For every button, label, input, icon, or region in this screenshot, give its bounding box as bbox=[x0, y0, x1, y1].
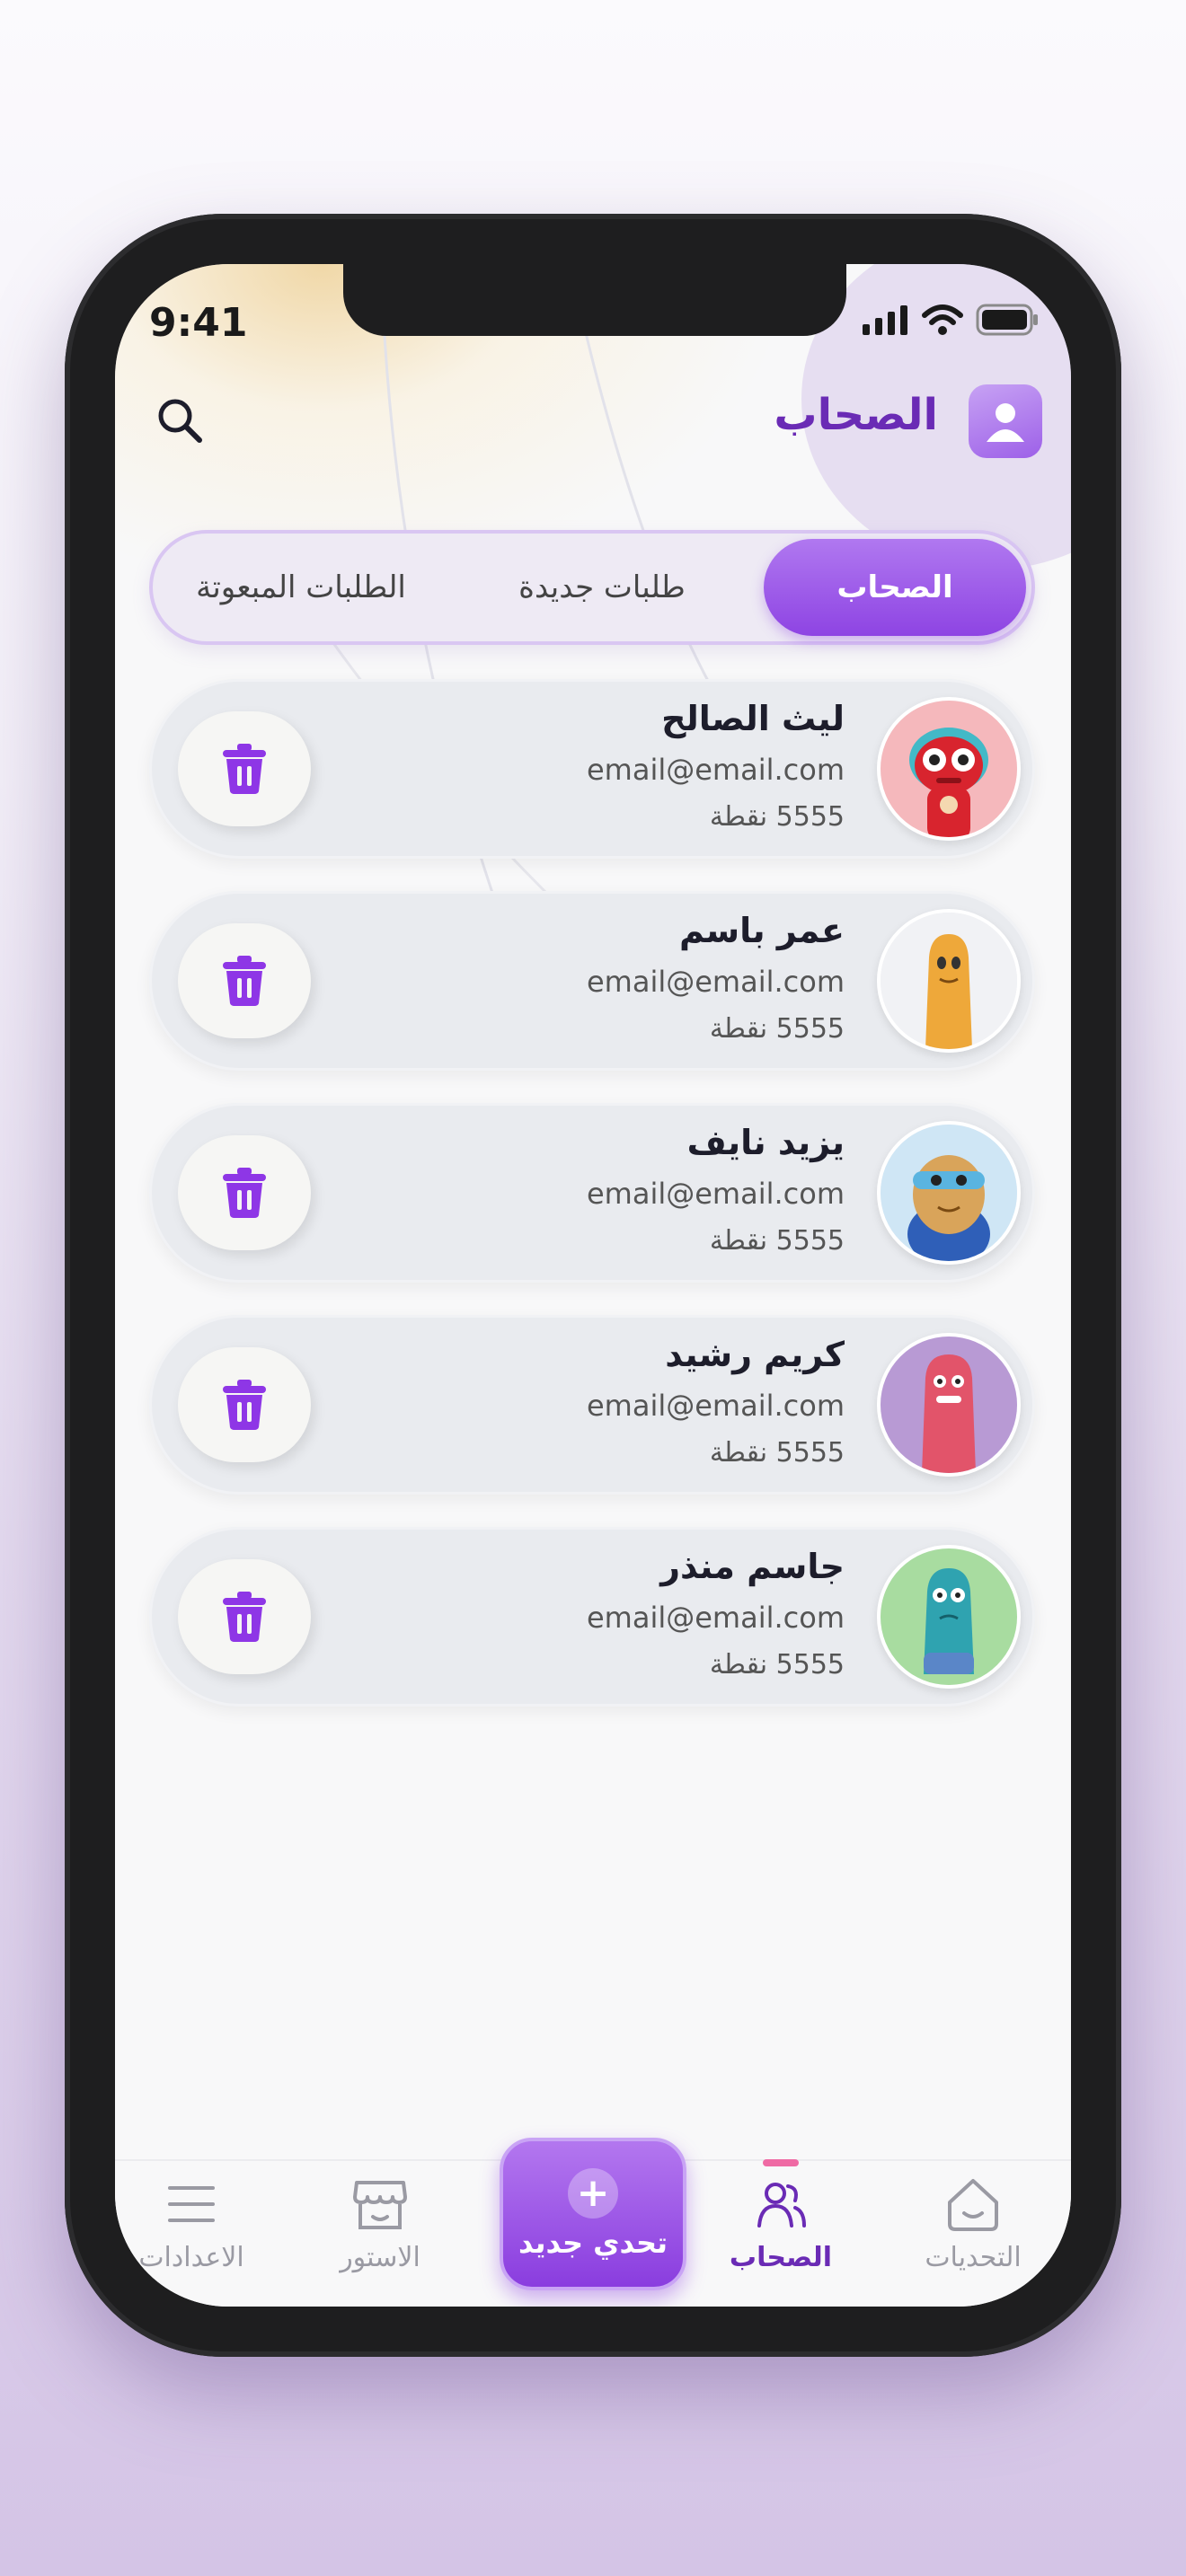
store-icon bbox=[353, 2181, 407, 2229]
nav-store[interactable]: الاستور bbox=[304, 2175, 456, 2273]
menu-icon bbox=[168, 2186, 215, 2222]
friend-email: email@email.com bbox=[586, 965, 845, 999]
friend-name: كريم رشيد bbox=[665, 1335, 845, 1374]
nav-settings[interactable]: الاعدادات bbox=[115, 2175, 268, 2273]
friend-points: 5555 نقطة bbox=[709, 1013, 845, 1045]
friend-points: 5555 نقطة bbox=[709, 801, 845, 833]
friend-name: ليث الصالح bbox=[661, 699, 845, 738]
friend-email: email@email.com bbox=[586, 1601, 845, 1635]
signal-icon bbox=[863, 305, 907, 335]
tab-friends[interactable]: الصحاب bbox=[764, 539, 1026, 636]
nav-friends-label: الصحاب bbox=[729, 2242, 833, 2273]
friend-name: يزيد نايف bbox=[686, 1123, 845, 1162]
pink-monster-avatar bbox=[877, 1333, 1021, 1477]
trash-icon bbox=[223, 1592, 266, 1642]
trash-icon bbox=[223, 744, 266, 794]
delete-friend-button[interactable] bbox=[178, 1135, 311, 1250]
friend-name: عمر باسم bbox=[678, 911, 845, 950]
status-time: 9:41 bbox=[149, 300, 248, 346]
wifi-icon bbox=[922, 304, 963, 335]
friend-points: 5555 نقطة bbox=[709, 1225, 845, 1257]
notch bbox=[343, 264, 846, 336]
phone-frame: 9:41 الصحاب الصحاب طلبات جديدة الطلبات ا… bbox=[65, 214, 1121, 2357]
friend-card: يزيد نايف email@email.com 5555 نقطة bbox=[149, 1103, 1035, 1283]
bottom-nav: التحديات الصحاب + تحدي جديد الاستور الاع… bbox=[115, 2138, 1071, 2307]
nav-challenges-label: التحديات bbox=[925, 2242, 1022, 2273]
red-robot-avatar bbox=[877, 697, 1021, 841]
challenges-icon bbox=[948, 2179, 998, 2231]
friend-email: email@email.com bbox=[586, 1389, 845, 1423]
search-button[interactable] bbox=[155, 395, 205, 446]
new-challenge-button[interactable]: + تحدي جديد bbox=[500, 2138, 686, 2290]
friend-name: جاسم منذر bbox=[660, 1547, 845, 1586]
new-challenge-label: تحدي جديد bbox=[518, 2226, 668, 2260]
app-screen: 9:41 الصحاب الصحاب طلبات جديدة الطلبات ا… bbox=[115, 264, 1071, 2307]
teal-monster-avatar bbox=[877, 1545, 1021, 1689]
friend-card: عمر باسم email@email.com 5555 نقطة bbox=[149, 891, 1035, 1071]
delete-friend-button[interactable] bbox=[178, 711, 311, 826]
delete-friend-button[interactable] bbox=[178, 1559, 311, 1674]
trash-icon bbox=[223, 1168, 266, 1218]
nav-challenges[interactable]: التحديات bbox=[897, 2175, 1049, 2273]
active-indicator bbox=[763, 2159, 799, 2166]
tab-new-requests[interactable]: طلبات جديدة bbox=[476, 534, 728, 641]
tab-sent-requests[interactable]: الطلبات المبعوتة bbox=[171, 534, 431, 641]
friends-icon bbox=[757, 2183, 806, 2228]
nav-store-label: الاستور bbox=[340, 2242, 420, 2273]
friend-card: جاسم منذر email@email.com 5555 نقطة bbox=[149, 1527, 1035, 1707]
superhero-avatar bbox=[877, 1121, 1021, 1265]
nav-friends[interactable]: الصحاب bbox=[704, 2159, 857, 2273]
friend-points: 5555 نقطة bbox=[709, 1437, 845, 1469]
friend-points: 5555 نقطة bbox=[709, 1649, 845, 1681]
trash-icon bbox=[223, 1380, 266, 1430]
friend-card: ليث الصالح email@email.com 5555 نقطة bbox=[149, 679, 1035, 859]
battery-icon bbox=[976, 304, 1038, 336]
orange-blob-avatar bbox=[877, 909, 1021, 1053]
profile-button[interactable] bbox=[969, 384, 1042, 458]
friend-card: كريم رشيد email@email.com 5555 نقطة bbox=[149, 1315, 1035, 1495]
page-title: الصحاب bbox=[774, 390, 938, 440]
friend-email: email@email.com bbox=[586, 753, 845, 787]
friend-email: email@email.com bbox=[586, 1177, 845, 1211]
segmented-tabs: الصحاب طلبات جديدة الطلبات المبعوتة bbox=[149, 530, 1035, 645]
search-icon bbox=[158, 399, 202, 443]
trash-icon bbox=[223, 956, 266, 1006]
delete-friend-button[interactable] bbox=[178, 1347, 311, 1462]
nav-settings-label: الاعدادات bbox=[138, 2242, 244, 2273]
plus-icon: + bbox=[568, 2168, 618, 2219]
user-icon bbox=[987, 403, 1024, 442]
status-icons bbox=[861, 304, 1039, 336]
delete-friend-button[interactable] bbox=[178, 923, 311, 1038]
